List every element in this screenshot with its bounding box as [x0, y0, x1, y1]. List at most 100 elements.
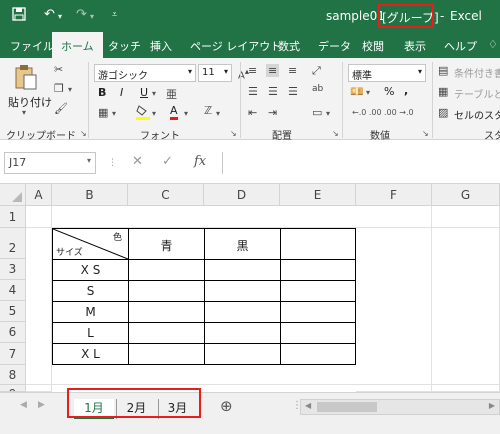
column-header[interactable]: B	[52, 184, 128, 206]
number-format-select[interactable]: 標準 ▾	[348, 64, 426, 82]
redo-dropdown-icon[interactable]: ▾	[90, 12, 94, 21]
copy-icon[interactable]: ❐	[54, 82, 64, 95]
tab-view[interactable]: 表示	[404, 38, 426, 54]
align-top-icon[interactable]: ≡	[248, 64, 257, 77]
row-header[interactable]: 3	[0, 259, 26, 280]
format-as-table-icon[interactable]: ▦	[438, 85, 448, 98]
italic-button[interactable]: I	[120, 86, 123, 99]
size-label-xs[interactable]: X S	[53, 263, 128, 277]
row-header[interactable]: 1	[0, 206, 26, 228]
tab-page-layout[interactable]: ページ レイアウト	[190, 38, 281, 54]
scroll-left-icon[interactable]: ◀	[20, 400, 27, 410]
add-sheet-icon[interactable]: ⊕	[220, 397, 233, 415]
row-header[interactable]: 9	[0, 385, 26, 392]
merge-dropdown-icon[interactable]: ▾	[326, 109, 330, 118]
column-header[interactable]: E	[280, 184, 356, 206]
font-size-select[interactable]: 11 ▾	[198, 64, 232, 82]
phonetic-guide-icon[interactable]: 亜	[166, 86, 177, 102]
header-blue[interactable]: 青	[129, 237, 204, 254]
row-header[interactable]: 6	[0, 322, 26, 343]
select-all-corner[interactable]	[0, 184, 26, 206]
increase-indent-icon[interactable]: ⇥	[268, 106, 277, 119]
tab-review[interactable]: 校閲	[362, 38, 384, 54]
conditional-formatting-icon[interactable]: ▤	[438, 64, 448, 77]
font-color-button[interactable]: A	[170, 104, 178, 120]
font-color-dropdown-icon[interactable]: ▾	[184, 109, 188, 118]
enter-button[interactable]: ✓	[162, 154, 173, 169]
number-launcher-icon[interactable]: ↘	[422, 129, 429, 138]
align-bottom-icon[interactable]: ≡	[288, 64, 297, 77]
row-header[interactable]: 2	[0, 228, 26, 259]
fill-color-icon[interactable]	[136, 104, 150, 123]
underline-dropdown-icon[interactable]: ▾	[152, 89, 156, 98]
column-header[interactable]: G	[432, 184, 500, 206]
size-label-m[interactable]: M	[53, 305, 128, 319]
conditional-formatting-button[interactable]: 条件付き書	[454, 65, 500, 80]
formula-bar-dots-icon[interactable]: ⋮	[108, 158, 117, 168]
tab-file[interactable]: ファイル	[10, 38, 54, 54]
header-black[interactable]: 黒	[205, 237, 280, 254]
worksheet-grid[interactable]: A B C D E F G 1 2 3 4 5 6 7 8 9 色 サイズ 青 …	[0, 184, 500, 392]
scrollbar-left-arrow-icon[interactable]: ◀	[305, 401, 311, 410]
paste-dropdown-icon[interactable]: ▾	[22, 108, 26, 117]
row-header[interactable]: 5	[0, 301, 26, 322]
bold-button[interactable]: B	[98, 86, 106, 99]
increase-decimal-icon[interactable]: ←.0 .00	[352, 108, 382, 117]
cut-icon[interactable]: ✂	[54, 63, 63, 76]
wrap-text-icon[interactable]: ab	[312, 84, 323, 94]
column-header[interactable]: D	[204, 184, 280, 206]
row-header[interactable]: 8	[0, 365, 26, 385]
font-name-select[interactable]: 游ゴシック ▾	[94, 64, 196, 82]
orientation-icon[interactable]: ⤢	[312, 64, 321, 78]
size-label-l[interactable]: L	[53, 326, 128, 340]
percent-style-button[interactable]: %	[384, 85, 394, 98]
save-icon[interactable]	[12, 7, 26, 25]
align-right-icon[interactable]: ☰	[288, 85, 298, 98]
font-launcher-icon[interactable]: ↘	[230, 129, 237, 138]
undo-icon[interactable]: ↶	[44, 7, 55, 22]
formula-input[interactable]	[222, 152, 500, 174]
lightbulb-icon[interactable]: ♢	[488, 38, 498, 51]
tab-help[interactable]: ヘルプ	[444, 38, 477, 54]
borders-icon[interactable]: ▦	[98, 106, 108, 119]
customize-icon[interactable]: ⩡	[112, 10, 117, 20]
column-header[interactable]: F	[356, 184, 432, 206]
decrease-decimal-icon[interactable]: .00 →.0	[384, 108, 414, 117]
align-center-icon[interactable]: ☰	[268, 85, 278, 98]
merge-center-icon[interactable]: ▭	[312, 106, 322, 119]
underline-button[interactable]: U	[140, 86, 148, 99]
decrease-indent-icon[interactable]: ⇤	[248, 106, 257, 119]
horizontal-scrollbar[interactable]: ◀ ▶	[300, 399, 500, 415]
row-header[interactable]: 4	[0, 280, 26, 301]
clear-format-dropdown-icon[interactable]: ▾	[216, 109, 220, 118]
paste-button[interactable]: 貼り付け	[8, 94, 52, 110]
tab-home[interactable]: ホーム	[52, 32, 103, 58]
fill-color-dropdown-icon[interactable]: ▾	[152, 109, 156, 118]
tab-touch[interactable]: タッチ	[108, 38, 141, 54]
scrollbar-right-arrow-icon[interactable]: ▶	[489, 401, 495, 410]
accounting-format-icon[interactable]: 💴	[350, 85, 364, 98]
redo-icon[interactable]: ↷	[76, 7, 87, 22]
column-header[interactable]: C	[128, 184, 204, 206]
size-label-s[interactable]: S	[53, 284, 128, 298]
clear-format-icon[interactable]: ℤ	[204, 104, 212, 117]
undo-dropdown-icon[interactable]: ▾	[58, 12, 62, 21]
borders-dropdown-icon[interactable]: ▾	[112, 109, 116, 118]
row-8-cells[interactable]	[26, 365, 500, 385]
comma-style-button[interactable]: ,	[404, 84, 408, 97]
cell-styles-button[interactable]: セルのスタイ	[454, 107, 500, 122]
alignment-launcher-icon[interactable]: ↘	[332, 129, 339, 138]
insert-function-button[interactable]: fx	[194, 154, 206, 169]
clipboard-launcher-icon[interactable]: ↘	[80, 129, 87, 138]
size-label-xl[interactable]: X L	[53, 347, 128, 361]
format-painter-icon[interactable]: 🖌	[54, 102, 68, 115]
copy-dropdown-icon[interactable]: ▾	[68, 85, 72, 94]
align-middle-icon[interactable]: ≡	[266, 64, 280, 77]
tab-formulas[interactable]: 数式	[278, 38, 300, 54]
tab-insert[interactable]: 挿入	[150, 38, 172, 54]
accounting-dropdown-icon[interactable]: ▾	[366, 88, 370, 97]
tab-data[interactable]: データ	[318, 38, 351, 54]
scrollbar-thumb[interactable]	[317, 402, 377, 412]
paste-icon[interactable]	[14, 64, 38, 93]
name-box[interactable]: J17 ▾	[4, 152, 96, 174]
